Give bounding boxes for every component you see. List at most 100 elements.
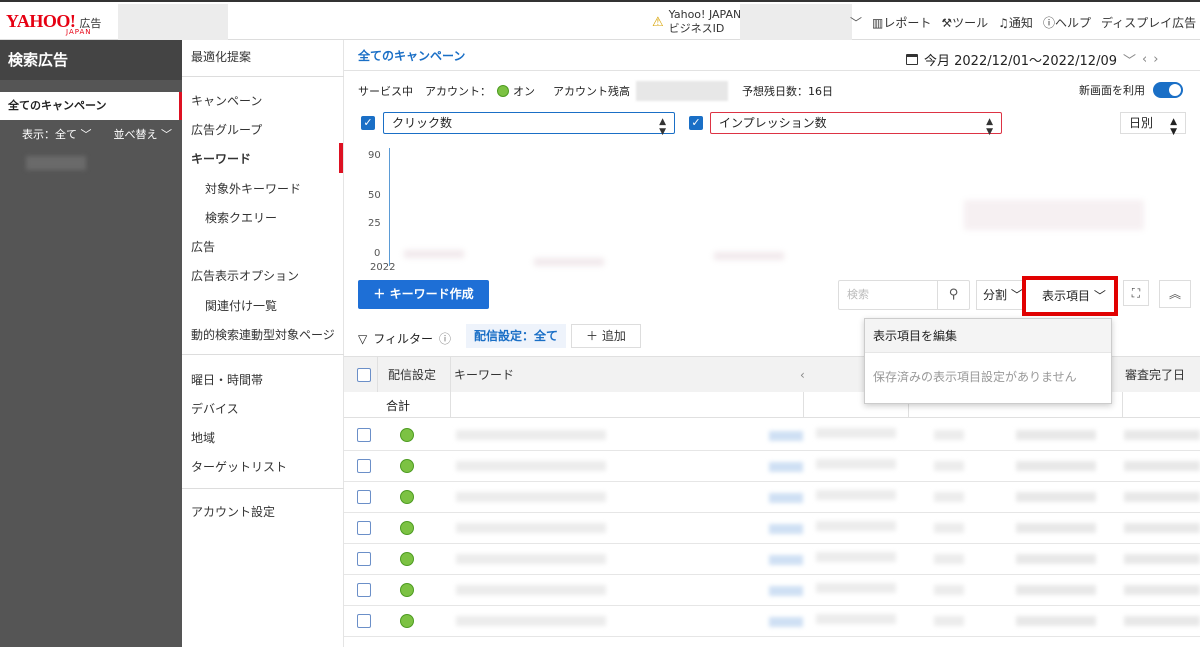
nav-keyword[interactable]: キーワード	[191, 150, 251, 167]
row-checkbox[interactable]	[357, 459, 371, 473]
business-id-line2: ビジネスID	[668, 22, 725, 35]
select-all-checkbox[interactable]	[357, 368, 371, 382]
search-icon[interactable]: ⚲	[937, 281, 969, 309]
row-checkbox[interactable]	[357, 614, 371, 628]
redacted-cell	[769, 555, 803, 565]
sort-menu[interactable]: 並べ替え ﹀	[114, 126, 173, 142]
status-on-icon	[400, 428, 414, 442]
edit-display-items[interactable]: 表示項目を編集	[865, 319, 1111, 353]
redacted-cell	[1124, 616, 1200, 626]
help-icon[interactable]: ⓘ	[439, 330, 451, 347]
nav-display-ads[interactable]: ディスプレイ広告	[1101, 14, 1196, 31]
row-checkbox[interactable]	[357, 583, 371, 597]
nav-device[interactable]: デバイス	[191, 400, 239, 417]
metric2-select[interactable]: インプレッション数 ▲ ▼	[710, 112, 1002, 137]
business-id-line1: Yahoo! JAPAN	[668, 8, 742, 21]
table-row[interactable]	[344, 482, 1200, 513]
display-items-button[interactable]: 表示項目 ﹀	[1022, 276, 1118, 316]
no-saved-settings: 保存済みの表示項目設定がありません	[873, 370, 1077, 384]
table-row[interactable]	[344, 606, 1200, 637]
fullscreen-icon[interactable]: ⛶	[1123, 280, 1149, 306]
new-ui-toggle[interactable]: 新画面を利用	[1079, 82, 1183, 98]
nav-ad-group[interactable]: 広告グループ	[191, 121, 262, 138]
account-label: アカウント：	[425, 85, 491, 98]
redacted-cell	[934, 430, 964, 440]
balance-label: アカウント残高	[553, 85, 630, 98]
nav-region[interactable]: 地域	[191, 429, 215, 446]
nav-dsa-pages[interactable]: 動的検索連動型対象ページ	[191, 326, 335, 343]
chevron-down-icon: ﹀	[1123, 54, 1137, 69]
nav-notify[interactable]: ♫通知	[998, 14, 1033, 31]
collapse-icon[interactable]: ︽	[1159, 280, 1191, 308]
status-on-icon	[497, 85, 509, 97]
row-checkbox[interactable]	[357, 552, 371, 566]
chart-redacted	[404, 250, 464, 258]
table-row[interactable]	[344, 513, 1200, 544]
row-checkbox[interactable]	[357, 428, 371, 442]
nav-tools[interactable]: ⚒ツール	[941, 14, 988, 31]
account-status-bar: サービス中 アカウント： オン アカウント残高 予想残日数：16日	[358, 81, 833, 101]
status-on-icon	[400, 459, 414, 473]
nav-account-settings[interactable]: アカウント設定	[191, 503, 275, 520]
filter-button[interactable]: ▽ フィルター ⓘ	[358, 330, 451, 347]
logo-sub: JAPAN	[66, 28, 92, 36]
nav-associations[interactable]: 関連付け一覧	[205, 297, 277, 314]
table-row[interactable]	[344, 544, 1200, 575]
nav-target-list[interactable]: ターゲットリスト	[191, 458, 287, 475]
table-row[interactable]	[344, 575, 1200, 606]
nav-ad-extensions[interactable]: 広告表示オプション	[191, 267, 299, 284]
row-checkbox[interactable]	[357, 521, 371, 535]
nav-report[interactable]: ▥レポート	[872, 14, 931, 31]
display-items-dropdown: 表示項目を編集 保存済みの表示項目設定がありません	[864, 318, 1112, 404]
chart-redacted	[964, 200, 1144, 230]
sidebar-title: 検索広告	[0, 40, 182, 80]
search-input[interactable]: 検索 ⚲	[838, 280, 970, 310]
divider	[377, 357, 378, 393]
y-tick-label: 25	[368, 218, 381, 229]
updown-icon: ▲ ▼	[986, 117, 993, 137]
table-row[interactable]	[344, 420, 1200, 451]
granularity-select[interactable]: 日別 ▲ ▼	[1120, 112, 1186, 137]
col-delivery[interactable]: 配信設定	[388, 357, 436, 393]
nav-help[interactable]: ⓘヘルプ	[1043, 14, 1091, 31]
metric2-checkbox[interactable]: ✓	[689, 116, 703, 130]
yahoo-ads-logo[interactable]: YAHOO! JAPAN 広告	[6, 11, 101, 36]
breadcrumb[interactable]: 全てのキャンペーン	[358, 47, 465, 64]
toggle-switch[interactable]	[1153, 82, 1183, 98]
redacted-cell	[456, 554, 606, 564]
table-row[interactable]	[344, 451, 1200, 482]
col-keyword[interactable]: キーワード	[454, 357, 514, 393]
redacted-cell	[456, 523, 606, 533]
account-status: オン	[513, 85, 535, 98]
sidebar-item-all-campaigns[interactable]: 全てのキャンペーン	[0, 92, 182, 120]
nav-search-query[interactable]: 検索クエリー	[205, 209, 277, 226]
metric1-checkbox[interactable]: ✓	[361, 116, 375, 130]
col-resize-icon[interactable]: ‹	[800, 357, 805, 393]
redacted-cell	[1124, 461, 1200, 471]
display-filter[interactable]: 表示：全て ﹀	[22, 126, 92, 142]
add-keyword-button[interactable]: ＋ キーワード作成	[358, 280, 489, 309]
metric1-select[interactable]: クリック数 ▲ ▼	[383, 112, 675, 137]
nav-optimization[interactable]: 最適化提案	[191, 48, 251, 65]
filter-tag-delivery[interactable]: 配信設定：全て	[466, 324, 567, 348]
nav-ads[interactable]: 広告	[191, 238, 215, 255]
business-id[interactable]: ⚠ Yahoo! JAPAN ビジネスID	[652, 8, 741, 36]
next-period-icon[interactable]: ›	[1153, 52, 1158, 67]
nav-campaign[interactable]: キャンペーン	[191, 92, 262, 109]
chevron-down-icon: ﹀	[161, 128, 172, 141]
redacted-cell	[456, 461, 606, 471]
row-checkbox[interactable]	[357, 490, 371, 504]
status-on-icon	[400, 521, 414, 535]
prev-period-icon[interactable]: ‹	[1142, 52, 1147, 67]
nav-negative-keyword[interactable]: 対象外キーワード	[205, 180, 301, 197]
split-button[interactable]: 分割 ﹀	[976, 280, 1024, 310]
status-on-icon	[400, 614, 414, 628]
nav-day-time[interactable]: 曜日・時間帯	[191, 371, 263, 388]
col-review-done[interactable]: 審査完了日	[1125, 357, 1185, 393]
redacted-cell	[1016, 492, 1096, 502]
add-filter-button[interactable]: ＋ 追加	[571, 324, 641, 348]
redacted-cell	[934, 554, 964, 564]
date-range-picker[interactable]: 今月 2022/12/01〜2022/12/09 ﹀ ‹ ›	[906, 50, 1158, 69]
account-menu-chevron-icon[interactable]: ﹀	[850, 14, 862, 31]
metric1-value: クリック数	[392, 116, 453, 130]
